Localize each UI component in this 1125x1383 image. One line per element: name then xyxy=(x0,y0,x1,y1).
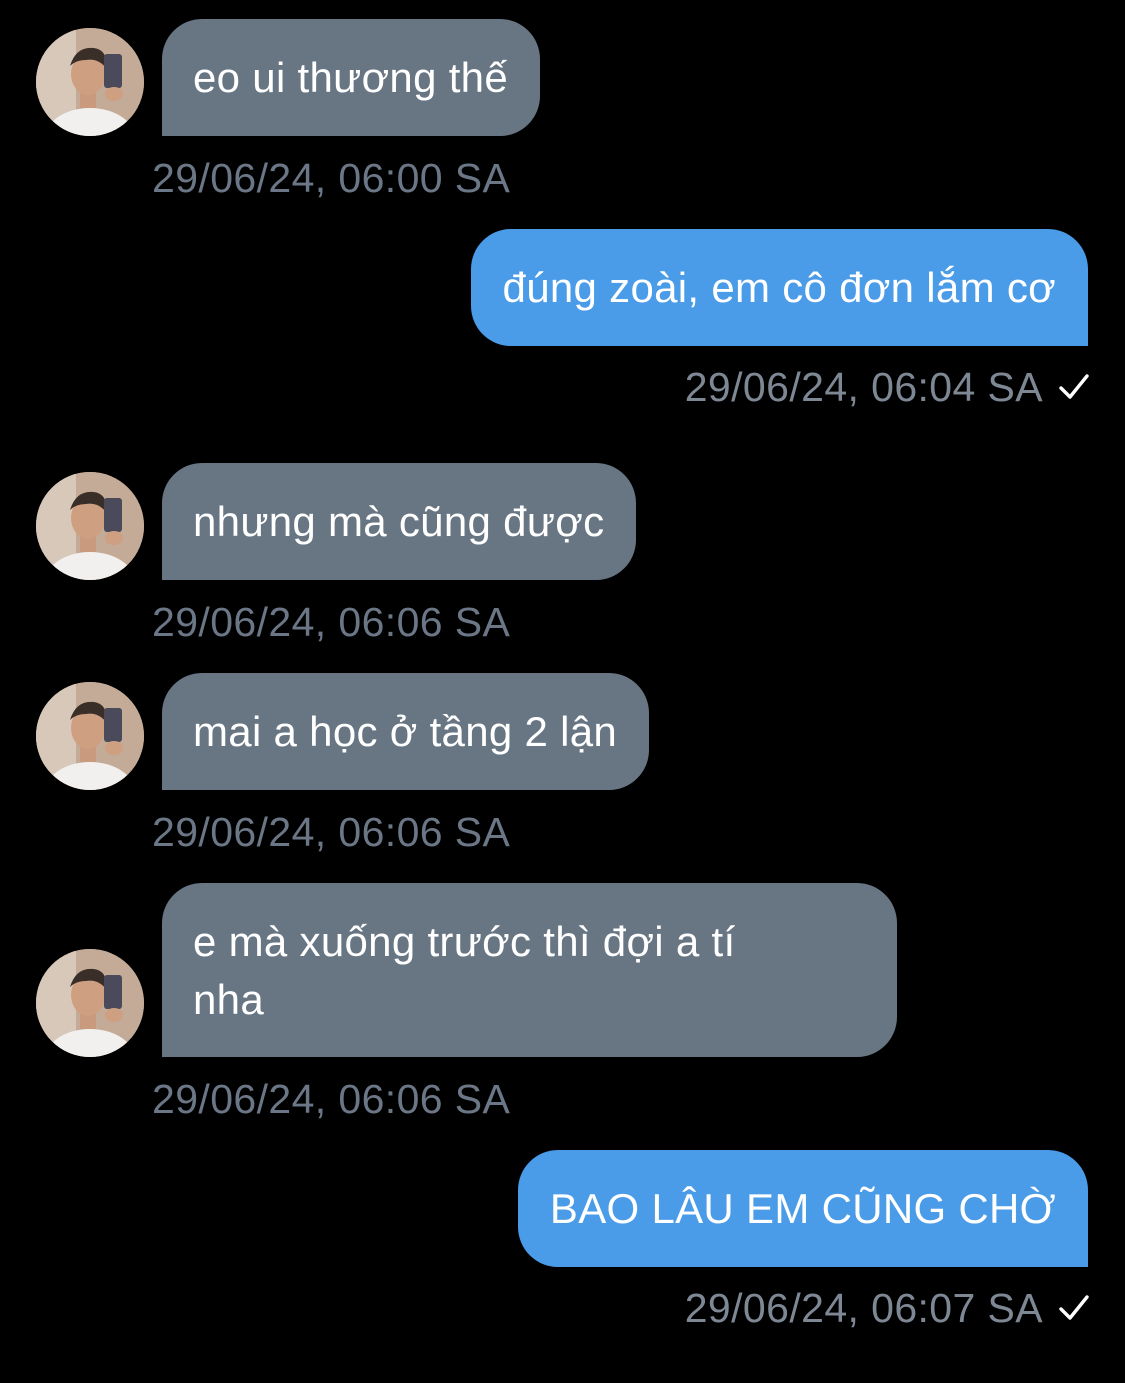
message-timestamp: 29/06/24, 06:00 SA xyxy=(152,155,511,201)
message-text: mai a học ở tầng 2 lận xyxy=(193,708,618,755)
avatar[interactable] xyxy=(36,28,144,136)
avatar[interactable] xyxy=(36,949,144,1057)
outgoing-message-bubble[interactable]: BAO LÂU EM CŨNG CHỜ xyxy=(517,1150,1088,1267)
message-text: nhưng mà cũng được xyxy=(193,498,605,545)
avatar[interactable] xyxy=(36,682,144,790)
checkmark-icon xyxy=(1059,374,1089,399)
incoming-message-bubble[interactable]: nhưng mà cũng được xyxy=(162,463,637,580)
checkmark-icon xyxy=(1059,1295,1089,1320)
message-timestamp: 29/06/24, 06:06 SA xyxy=(152,809,511,855)
avatar-photo xyxy=(36,949,144,1057)
avatar-photo xyxy=(36,472,144,580)
message-timestamp: 29/06/24, 06:06 SA xyxy=(152,1076,511,1122)
avatar-photo xyxy=(36,682,144,790)
avatar-photo xyxy=(36,28,144,136)
avatar[interactable] xyxy=(36,472,144,580)
message-timestamp: 29/06/24, 06:06 SA xyxy=(152,599,511,645)
message-timestamp-row: 29/06/24, 06:07 SA xyxy=(685,1283,1091,1333)
message-text: BAO LÂU EM CŨNG CHỜ xyxy=(549,1185,1056,1232)
message-text: eo ui thương thế xyxy=(193,54,509,101)
message-timestamp-row: 29/06/24, 06:04 SA xyxy=(685,362,1091,412)
outgoing-message-bubble[interactable]: đúng zoài, em cô đơn lắm cơ xyxy=(470,229,1088,346)
incoming-message-bubble[interactable]: eo ui thương thế xyxy=(162,19,541,136)
message-text: e mà xuống trước thì đợi a tí nha xyxy=(193,918,736,1023)
message-text: đúng zoài, em cô đơn lắm cơ xyxy=(502,264,1056,311)
message-timestamp: 29/06/24, 06:07 SA xyxy=(684,1285,1043,1331)
incoming-message-bubble[interactable]: e mà xuống trước thì đợi a tí nha xyxy=(162,883,897,1057)
message-timestamp: 29/06/24, 06:04 SA xyxy=(684,364,1043,410)
incoming-message-bubble[interactable]: mai a học ở tầng 2 lận xyxy=(162,673,650,790)
